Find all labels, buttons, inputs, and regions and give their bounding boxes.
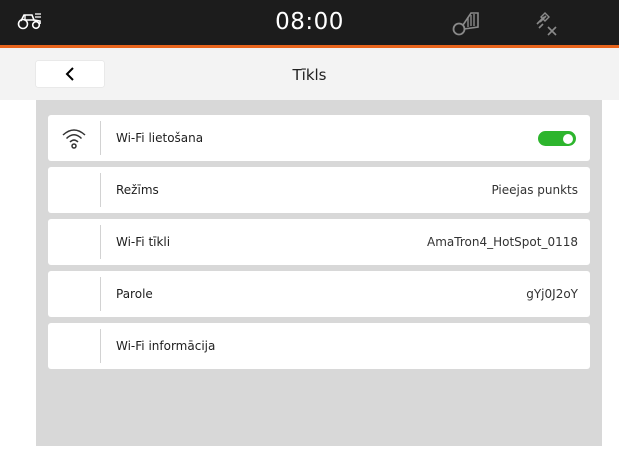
row-icon-cell [48, 173, 101, 207]
row-icon-cell [48, 329, 101, 363]
setting-value: gYj0J2oY [526, 287, 578, 301]
wifi-icon [62, 129, 86, 149]
clock: 08:00 [275, 9, 344, 35]
page-title: Tīkls [292, 66, 327, 84]
setting-row-wifi-usage[interactable]: Wi-Fi lietošana [48, 115, 590, 161]
setting-label: Wi-Fi lietošana [116, 131, 204, 145]
row-icon-cell [48, 225, 101, 259]
setting-row-password[interactable]: Parole gYj0J2oY [48, 271, 590, 317]
setting-row-wifi-networks[interactable]: Wi-Fi tīkli AmaTron4_HotSpot_0118 [48, 219, 590, 265]
gps-disconnected-icon [534, 10, 560, 42]
settings-panel: Wi-Fi lietošana Režīms Pieejas punkts Wi… [36, 100, 602, 446]
setting-label: Parole [116, 287, 153, 301]
row-icon-cell [48, 277, 101, 311]
setting-value: AmaTron4_HotSpot_0118 [427, 235, 578, 249]
row-icon-cell [48, 121, 101, 155]
setting-row-wifi-info[interactable]: Wi-Fi informācija [48, 323, 590, 369]
setting-row-mode[interactable]: Režīms Pieejas punkts [48, 167, 590, 213]
setting-label: Wi-Fi informācija [116, 339, 216, 353]
setting-value: Pieejas punkts [491, 183, 578, 197]
status-bar: 08:00 [0, 0, 619, 48]
setting-label: Wi-Fi tīkli [116, 235, 171, 249]
toggle-knob [563, 133, 573, 144]
wifi-toggle[interactable] [538, 131, 576, 146]
title-bar: Tīkls [0, 48, 619, 100]
implement-icon [451, 8, 481, 42]
setting-label: Režīms [116, 183, 159, 197]
